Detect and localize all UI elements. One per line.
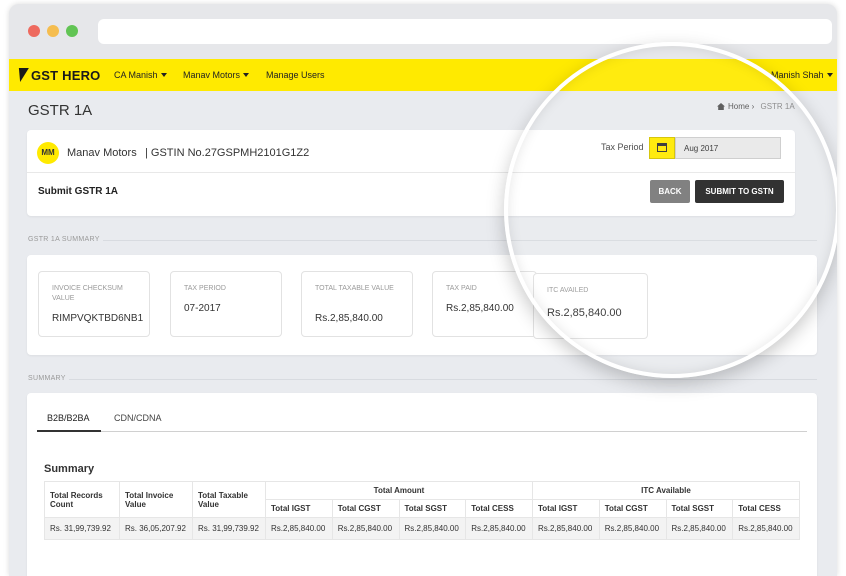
caret-down-icon <box>160 73 167 77</box>
table-cell: Rs.2,85,840.00 <box>398 517 467 540</box>
gstr-summary-card: INVOICE CHECKSUM VALUE RIMPVQKTBD6NB1 TA… <box>27 255 817 355</box>
group-itc-available: ITC Available <box>532 481 800 500</box>
caret-down-icon <box>243 73 250 77</box>
summary-box-label: TAX PERIOD <box>184 285 226 292</box>
summary-box-checksum: INVOICE CHECKSUM VALUE RIMPVQKTBD6NB1 <box>38 271 150 337</box>
table-cell: Rs.2,85,840.00 <box>465 517 533 540</box>
user-name: Manish Shah <box>771 70 824 80</box>
return-header-card: MM Manav Motors | GSTIN No.27GSPMH2101G1… <box>27 130 795 216</box>
minimize-window-icon[interactable] <box>47 25 59 37</box>
col-total-igst: Total IGST <box>265 499 333 518</box>
nav-label: Manage Users <box>266 70 325 80</box>
breadcrumb: Home › GSTR 1A <box>717 102 795 111</box>
gstin-number: | GSTIN No.27GSPMH2101G1Z2 <box>145 147 310 159</box>
table-cell: Rs.2,85,840.00 <box>265 517 333 540</box>
back-button[interactable]: BACK <box>650 180 690 203</box>
close-window-icon[interactable] <box>28 25 40 37</box>
active-tab-indicator <box>37 430 101 432</box>
summary-box-value: Rs.2,85,840.00 <box>315 313 383 324</box>
breadcrumb-separator: › <box>751 102 755 111</box>
tab-cdn[interactable]: CDN/CDNA <box>114 413 162 423</box>
section-divider <box>103 240 817 241</box>
summary-box-value: 07-2017 <box>184 303 221 314</box>
browser-window: GST HERO CA Manish Manav Motors Manage U… <box>9 4 837 576</box>
table-cell: Rs.2,85,840.00 <box>732 517 800 540</box>
summary-box-value: Rs.2,85,840.00 <box>446 303 514 314</box>
summary-box-tax-period: TAX PERIOD 07-2017 <box>170 271 282 337</box>
table-cell: Rs.2,85,840.00 <box>665 517 734 540</box>
submit-title: Submit GSTR 1A <box>38 186 119 197</box>
table-cell: Rs.2,85,840.00 <box>532 517 600 540</box>
summary-box-value: Rs.2,85,840.00 <box>547 307 622 319</box>
company-name: Manav Motors <box>67 147 137 159</box>
maximize-window-icon[interactable] <box>66 25 78 37</box>
bolt-icon <box>15 68 29 82</box>
address-bar[interactable] <box>98 19 832 44</box>
page-title: GSTR 1A <box>28 102 93 119</box>
summary-box-label: TAX PAID <box>446 285 477 292</box>
summary-box-label: ITC AVAILED <box>547 287 589 294</box>
nav-label: CA Manish <box>114 70 158 80</box>
group-total-amount: Total Amount <box>265 481 533 500</box>
nav-manage-users[interactable]: Manage Users <box>266 70 325 80</box>
company-avatar: MM <box>37 142 59 164</box>
nav-ca-dropdown[interactable]: CA Manish <box>114 70 167 80</box>
table-cell: Rs. 31,99,739.92 <box>192 517 266 540</box>
section-divider <box>69 379 817 380</box>
summary-box-itc-availed: ITC AVAILED Rs.2,85,840.00 <box>533 273 648 339</box>
brand-logo[interactable]: GST HERO <box>15 68 101 83</box>
summary-box-value: RIMPVQKTBD6NB1 <box>52 313 144 324</box>
col-total-cess: Total CESS <box>465 499 533 518</box>
table-row: Rs. 31,99,739.92 Rs. 36,05,207.92 Rs. 31… <box>44 517 800 540</box>
calendar-button[interactable] <box>649 137 675 159</box>
col-total-sgst: Total SGST <box>398 499 467 518</box>
breadcrumb-current: GSTR 1A <box>760 102 795 111</box>
col-itc-igst: Total IGST <box>532 499 600 518</box>
table-cell: Rs.2,85,840.00 <box>331 517 400 540</box>
col-total-cgst: Total CGST <box>331 499 400 518</box>
summary-box-label: INVOICE CHECKSUM VALUE <box>52 285 123 302</box>
gstr-summary-section-label: GSTR 1A SUMMARY <box>28 236 100 243</box>
nav-company-dropdown[interactable]: Manav Motors <box>183 70 250 80</box>
summary-table: Total Records Count Total Invoice Value … <box>44 481 800 540</box>
caret-down-icon <box>826 73 833 77</box>
tax-period-label: Tax Period <box>601 142 644 152</box>
brand-name: GST HERO <box>31 68 101 83</box>
table-cell: Rs. 36,05,207.92 <box>119 517 193 540</box>
home-icon <box>717 103 725 110</box>
tab-b2b[interactable]: B2B/B2BA <box>47 413 90 423</box>
browser-chrome <box>9 4 837 59</box>
summary-heading: Summary <box>44 463 95 475</box>
col-total-invoice: Total Invoice Value <box>119 481 193 518</box>
col-itc-sgst: Total SGST <box>665 499 734 518</box>
col-itc-cgst: Total CGST <box>598 499 667 518</box>
summary-section-label: SUMMARY <box>28 375 66 382</box>
tax-period-input[interactable]: Aug 2017 <box>675 137 781 159</box>
col-itc-cess: Total CESS <box>732 499 800 518</box>
breadcrumb-home[interactable]: Home <box>728 102 749 111</box>
summary-box-label: TOTAL TAXABLE VALUE <box>315 285 394 292</box>
top-navbar: GST HERO CA Manish Manav Motors Manage U… <box>9 59 837 91</box>
summary-box-tax-paid: TAX PAID Rs.2,85,840.00 <box>432 271 537 337</box>
col-total-taxable: Total Taxable Value <box>192 481 266 518</box>
nav-label: Manav Motors <box>183 70 241 80</box>
calendar-icon <box>657 143 667 152</box>
table-cell: Rs.2,85,840.00 <box>598 517 667 540</box>
summary-card: B2B/B2BA CDN/CDNA Summary Total Records … <box>27 393 817 576</box>
summary-box-taxable-value: TOTAL TAXABLE VALUE Rs.2,85,840.00 <box>301 271 413 337</box>
submit-to-gstn-button[interactable]: SUBMIT TO GSTN <box>695 180 784 203</box>
user-menu[interactable]: Manish Shah <box>771 70 833 80</box>
card-divider <box>27 172 795 173</box>
tab-baseline <box>37 431 807 432</box>
col-total-records: Total Records Count <box>44 481 120 518</box>
table-cell: Rs. 31,99,739.92 <box>44 517 120 540</box>
